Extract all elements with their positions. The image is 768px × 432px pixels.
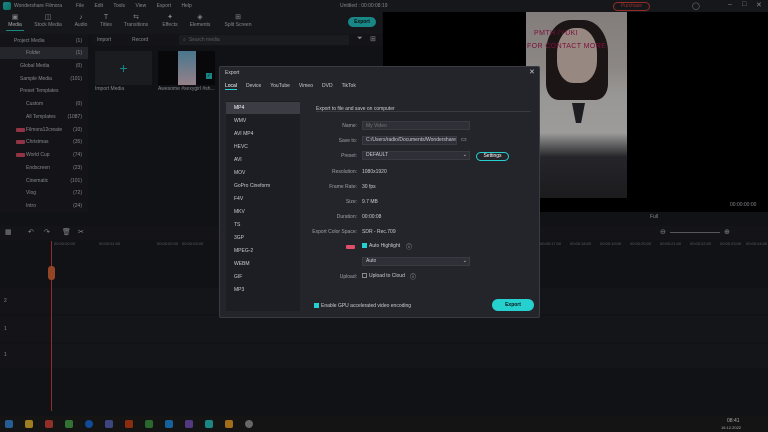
format-mkv[interactable]: MKV [226,206,300,218]
auto-highlight-label: Auto Highlight [369,243,401,249]
settings-button[interactable]: Settings [476,152,509,161]
format-wmv[interactable]: WMV [226,115,300,127]
preset-label: Preset: [341,153,357,159]
help-icon[interactable]: ⓘ [406,242,412,251]
tab-device[interactable]: Device [246,83,261,90]
hot-badge [346,244,356,250]
gpu-encoding-label: Enable GPU accelerated video encoding [321,303,412,309]
upload-cloud-label: Upload to Cloud [369,273,405,279]
preset-select[interactable]: DEFAULT ⌄ [362,151,470,160]
checkbox-checked-icon [362,243,367,249]
duration-label: Duration: [336,214,357,220]
tab-dvd[interactable]: DVD [322,83,333,90]
export-tabs: Local Device YouTube Vimeo DVD TikTok [225,83,365,90]
chevron-down-icon: ⌄ [462,152,467,158]
format-f4v[interactable]: F4V [226,193,300,205]
tab-vimeo[interactable]: Vimeo [299,83,313,90]
export-button[interactable]: Export [492,299,534,311]
size-label: Size: [345,199,357,205]
close-icon[interactable]: ✕ [529,68,535,76]
chevron-down-icon: ⌄ [462,258,467,264]
tab-tiktok[interactable]: TikTok [342,83,356,90]
export-dialog: Export ✕ Local Device YouTube Vimeo DVD … [219,66,540,318]
preset-value: DEFAULT [366,152,389,158]
auto-highlight-checkbox[interactable]: Auto Highlight [362,243,400,249]
format-avi-mp4[interactable]: AVI MP4 [226,128,300,140]
format-avi[interactable]: AVI [226,154,300,166]
format-gopro-cineform[interactable]: GoPro Cineform [226,180,300,192]
format-webm[interactable]: WEBM [226,258,300,270]
tab-local[interactable]: Local [225,83,237,90]
dialog-title: Export [225,70,240,76]
divider [316,111,531,112]
format-mp3[interactable]: MP3 [226,284,300,296]
auto-value: Auto [366,258,377,264]
resolution-label: Resolution: [331,169,357,175]
format-mov[interactable]: MOV [226,167,300,179]
color-space-value: SDR - Rec.709 [362,229,396,235]
checkbox-unchecked-icon [362,273,367,279]
gpu-encoding-checkbox[interactable]: Enable GPU accelerated video encoding [314,303,411,309]
format-mp4[interactable]: MP4 [226,102,300,114]
tab-youtube[interactable]: YouTube [270,83,290,90]
upload-label: Upload: [339,274,357,280]
format-mpeg-2[interactable]: MPEG-2 [226,245,300,257]
frame-rate-label: Frame Rate: [329,184,357,190]
size-value: 9.7 MB [362,199,378,205]
format-hevc[interactable]: HEVC [226,141,300,153]
duration-value: 00:00:08 [362,214,382,220]
format-gif[interactable]: GIF [226,271,300,283]
save-to-label: Save to: [338,138,357,144]
color-space-label: Export Color Space: [312,229,357,235]
format-list: MP4 WMV AVI MP4 HEVC AVI MOV GoPro Cinef… [226,101,300,311]
name-label: Name: [342,123,357,129]
auto-highlight-select[interactable]: Auto ⌄ [362,257,470,266]
checkbox-checked-icon [314,303,319,309]
upload-cloud-checkbox[interactable]: Upload to Cloud [362,273,405,279]
name-input[interactable] [362,121,470,130]
help-icon[interactable]: ⓘ [410,272,416,281]
folder-icon[interactable]: ▭ [461,136,467,143]
resolution-value: 1080x1920 [362,169,387,175]
frame-rate-value: 30 fps [362,184,376,190]
save-path-field[interactable]: C:/Users/radio/Documents/Wondershare/ [362,136,457,145]
